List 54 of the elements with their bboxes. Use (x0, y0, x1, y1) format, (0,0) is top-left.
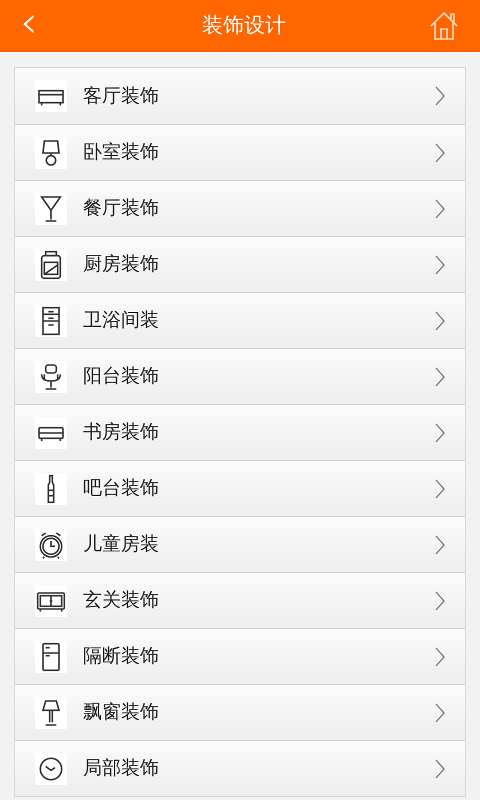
bottle-icon (35, 472, 67, 504)
jar-icon (35, 248, 67, 280)
list-item[interactable]: 隔断装饰 (15, 628, 465, 684)
glass-icon (35, 192, 67, 224)
chevron-right-icon (435, 198, 445, 218)
list-item[interactable]: 餐厅装饰 (15, 180, 465, 236)
item-label: 玄关装饰 (83, 588, 160, 614)
chevron-right-icon (435, 422, 445, 442)
item-label: 餐厅装饰 (83, 196, 160, 222)
chevron-right-icon (435, 534, 445, 554)
list-item[interactable]: 玄关装饰 (15, 572, 465, 628)
item-label: 阳台装饰 (83, 364, 160, 390)
item-label: 卫浴间装 (83, 308, 160, 334)
list-item[interactable]: 吧台装饰 (15, 460, 465, 516)
list-item[interactable]: 飘窗装饰 (15, 684, 465, 740)
chevron-right-icon (435, 366, 445, 386)
armchair-icon (35, 360, 67, 392)
list-item[interactable]: 卧室装饰 (15, 124, 465, 180)
floor-lamp-icon (35, 696, 67, 728)
item-label: 吧台装饰 (83, 476, 160, 502)
page-title: 装饰设计 (202, 12, 286, 40)
chevron-right-icon (435, 590, 445, 610)
list-item[interactable]: 儿童房装 (15, 516, 465, 572)
item-label: 卧室装饰 (83, 140, 160, 166)
list-item[interactable]: 客厅装饰 (15, 68, 465, 124)
item-label: 局部装饰 (83, 756, 160, 782)
alarm-clock-icon (35, 528, 67, 560)
drawer-cabinet-icon (35, 304, 67, 336)
item-label: 厨房装饰 (83, 252, 160, 278)
fridge-icon (35, 640, 67, 672)
item-label: 飘窗装饰 (83, 700, 160, 726)
chevron-right-icon (435, 646, 445, 666)
sideboard-icon (35, 584, 67, 616)
chevron-right-icon (435, 310, 445, 330)
item-label: 隔断装饰 (83, 644, 160, 670)
list-item[interactable]: 阳台装饰 (15, 348, 465, 404)
chevron-right-icon (435, 702, 445, 722)
item-label: 儿童房装 (83, 532, 160, 558)
chevron-right-icon (435, 478, 445, 498)
list-item[interactable]: 厨房装饰 (15, 236, 465, 292)
chevron-right-icon (435, 254, 445, 274)
lamp-icon (35, 136, 67, 168)
list-item[interactable]: 局部装饰 (15, 740, 465, 796)
clock-icon (35, 752, 67, 784)
home-icon[interactable] (428, 10, 460, 42)
list-item[interactable]: 卫浴间装 (15, 292, 465, 348)
bench-icon (35, 416, 67, 448)
item-label: 书房装饰 (83, 420, 160, 446)
chevron-right-icon (435, 758, 445, 778)
chevron-right-icon (435, 142, 445, 162)
item-label: 客厅装饰 (83, 84, 160, 109)
chevron-right-icon (435, 86, 445, 106)
sofa-icon (35, 80, 67, 112)
list-item[interactable]: 书房装饰 (15, 404, 465, 460)
